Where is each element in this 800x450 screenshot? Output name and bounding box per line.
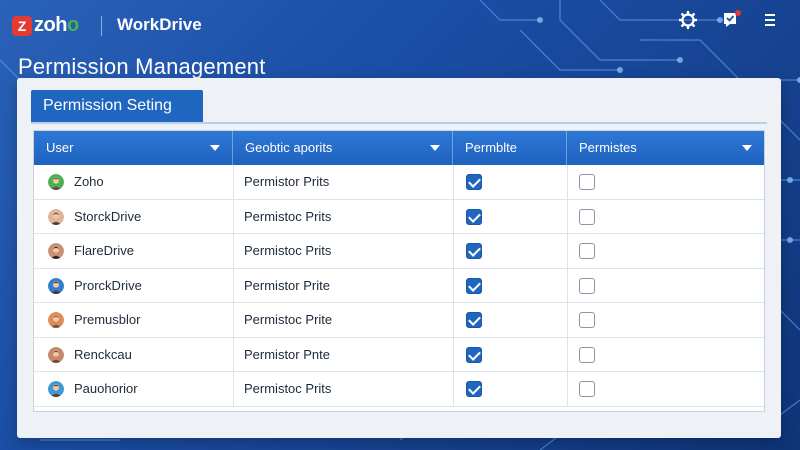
column-header-geobtic[interactable]: Geobtic aporits bbox=[233, 131, 453, 165]
permistes-checkbox[interactable] bbox=[579, 208, 595, 225]
tab-permission-setting[interactable]: Permission Seting bbox=[31, 90, 203, 122]
column-divider bbox=[233, 372, 234, 406]
permission-name: Permistoc Prite bbox=[244, 312, 333, 327]
user-name: ProrckDrive bbox=[74, 277, 142, 293]
user-name: Renckcau bbox=[74, 346, 132, 362]
column-header-permblte[interactable]: Permblte bbox=[453, 131, 567, 165]
permission-name: Permistor Prite bbox=[244, 277, 330, 293]
column-divider bbox=[233, 199, 234, 234]
logo-text-left: zoh bbox=[34, 14, 67, 36]
table-row[interactable]: Premusblor Permistoc Prite bbox=[34, 303, 764, 338]
permblte-checkbox[interactable] bbox=[466, 346, 482, 363]
table-row[interactable]: ProrckDrive Permistor Prite bbox=[34, 268, 764, 303]
user-name: StorckDrive bbox=[74, 208, 142, 224]
column-divider bbox=[233, 303, 234, 337]
permission-name: Permistor Pnte bbox=[244, 346, 330, 362]
permblte-checkbox[interactable] bbox=[466, 243, 482, 259]
user-name: Pauohorior bbox=[74, 381, 138, 396]
menu-icon[interactable] bbox=[758, 8, 782, 32]
logo-text-right: o bbox=[66, 14, 79, 36]
avatar bbox=[48, 312, 64, 328]
permblte-checkbox[interactable] bbox=[466, 208, 482, 225]
table-row[interactable]: FlareDrive Permistoc Prits bbox=[34, 234, 764, 269]
permissions-table: User Geobtic aporits Permblte Permistes … bbox=[33, 130, 765, 412]
chevron-down-icon[interactable] bbox=[430, 145, 440, 151]
column-divider bbox=[453, 303, 454, 337]
permblte-checkbox[interactable] bbox=[466, 277, 482, 294]
permblte-checkbox[interactable] bbox=[466, 381, 482, 397]
table-header: User Geobtic aporits Permblte Permistes bbox=[34, 131, 764, 165]
column-divider bbox=[567, 268, 568, 303]
app-name: WorkDrive bbox=[117, 15, 202, 34]
avatar bbox=[48, 174, 64, 190]
permission-panel: Permission Seting User Geobtic aporits P… bbox=[17, 78, 781, 438]
column-divider bbox=[453, 372, 454, 406]
avatar bbox=[48, 346, 64, 363]
permistes-checkbox[interactable] bbox=[579, 243, 595, 259]
column-divider bbox=[453, 337, 454, 372]
permission-name: Permistoc Prits bbox=[244, 381, 332, 396]
header-divider bbox=[101, 16, 102, 36]
logo-badge: Z bbox=[12, 15, 32, 36]
column-divider bbox=[567, 234, 568, 268]
permistes-checkbox[interactable] bbox=[579, 174, 595, 190]
column-divider bbox=[233, 165, 234, 199]
logo-text: zoho bbox=[34, 14, 79, 37]
table-row[interactable]: Zoho Permistor Prits bbox=[34, 165, 764, 200]
column-divider bbox=[567, 199, 568, 234]
chevron-down-icon[interactable] bbox=[210, 145, 220, 151]
settings-icon[interactable] bbox=[676, 8, 700, 32]
column-divider bbox=[233, 234, 234, 268]
permistes-checkbox[interactable] bbox=[579, 381, 595, 397]
column-divider bbox=[233, 337, 234, 372]
tab-underline bbox=[31, 122, 767, 124]
chevron-down-icon[interactable] bbox=[742, 145, 752, 151]
column-divider bbox=[567, 303, 568, 337]
permission-name: Permistor Prits bbox=[244, 174, 330, 189]
column-divider bbox=[453, 234, 454, 268]
permistes-checkbox[interactable] bbox=[579, 346, 595, 363]
column-divider bbox=[453, 199, 454, 234]
permblte-checkbox[interactable] bbox=[466, 312, 482, 328]
column-divider bbox=[453, 268, 454, 303]
notification-icon[interactable] bbox=[720, 8, 744, 32]
column-divider bbox=[453, 165, 454, 199]
user-name: FlareDrive bbox=[74, 243, 134, 258]
avatar bbox=[48, 243, 64, 259]
column-divider bbox=[567, 372, 568, 406]
column-header-label: Permistes bbox=[579, 140, 637, 155]
avatar bbox=[48, 381, 64, 397]
table-row[interactable]: Pauohorior Permistoc Prits bbox=[34, 372, 764, 407]
user-name: Zoho bbox=[74, 174, 104, 189]
user-name: Premusblor bbox=[74, 312, 141, 327]
column-divider bbox=[233, 268, 234, 303]
column-header-label: User bbox=[46, 140, 74, 155]
top-bar: Z zoho WorkDrive bbox=[0, 0, 800, 52]
permblte-checkbox[interactable] bbox=[466, 174, 482, 190]
page-title: Permission Management bbox=[18, 54, 266, 79]
table-row[interactable]: StorckDrive Permistoc Prits bbox=[34, 199, 764, 234]
permission-name: Permistoc Prits bbox=[244, 208, 332, 224]
column-header-label: Geobtic aporits bbox=[245, 140, 333, 155]
avatar bbox=[48, 208, 64, 225]
permistes-checkbox[interactable] bbox=[579, 277, 595, 294]
avatar bbox=[48, 277, 64, 294]
permistes-checkbox[interactable] bbox=[579, 312, 595, 328]
column-header-permistes[interactable]: Permistes bbox=[567, 131, 764, 165]
permission-name: Permistoc Prits bbox=[244, 243, 332, 258]
column-divider bbox=[567, 337, 568, 372]
zoho-logo[interactable]: Z zoho bbox=[12, 14, 79, 37]
column-header-user[interactable]: User bbox=[34, 131, 233, 165]
column-header-label: Permblte bbox=[465, 140, 518, 155]
table-row[interactable]: Renckcau Permistor Pnte bbox=[34, 337, 764, 372]
column-divider bbox=[567, 165, 568, 199]
